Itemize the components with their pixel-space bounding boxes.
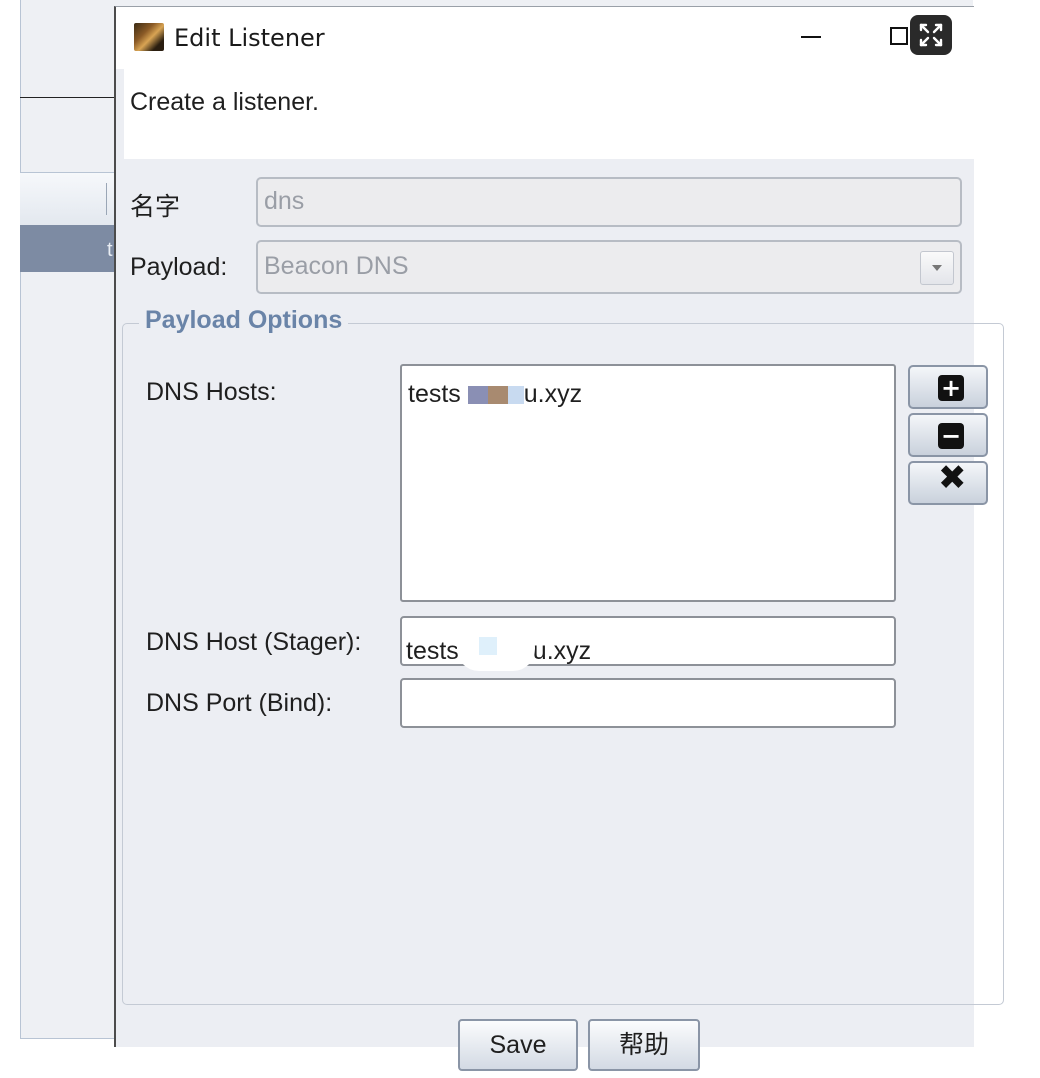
name-label: 名字 — [130, 193, 181, 221]
remove-host-button[interactable]: − — [908, 413, 988, 457]
payload-label: Payload: — [130, 253, 228, 281]
maximize-button[interactable] — [890, 27, 908, 45]
list-item-suffix: u.xyz — [523, 380, 583, 408]
dns-host-stager-label: DNS Host (Stager): — [146, 628, 362, 656]
list-item[interactable]: tests u.xyz — [408, 380, 582, 409]
edit-listener-dialog: Edit Listener Create a listener. 名字 dns … — [114, 6, 1004, 1071]
minimize-button[interactable] — [798, 19, 824, 53]
stager-prefix: tests — [406, 637, 459, 665]
app-icon — [134, 23, 164, 51]
window-title: Edit Listener — [174, 24, 325, 52]
list-item-prefix: tests — [408, 380, 461, 408]
clear-hosts-button[interactable]: ✖ — [908, 461, 988, 505]
minus-icon: − — [938, 423, 964, 449]
chevron-down-icon[interactable] — [920, 251, 954, 285]
background-column-separator — [106, 183, 107, 215]
redacted-block — [456, 625, 535, 671]
redacted-block — [487, 386, 508, 404]
dns-host-stager-input[interactable]: tests u.xyz — [400, 616, 896, 671]
dns-port-bind-label: DNS Port (Bind): — [146, 689, 333, 717]
description-panel: Create a listener. — [124, 69, 974, 159]
background-table-header — [20, 172, 116, 226]
payload-select-value: Beacon DNS — [264, 252, 409, 280]
expand-arrows-icon — [919, 23, 943, 47]
description-text: Create a listener. — [130, 88, 319, 116]
stager-suffix: u.xyz — [532, 637, 592, 665]
x-icon: ✖ — [938, 458, 967, 498]
dns-hosts-label: DNS Hosts: — [146, 378, 277, 406]
name-field-value: dns — [264, 187, 305, 215]
title-bar[interactable]: Edit Listener — [116, 7, 974, 69]
fullscreen-button[interactable] — [910, 15, 952, 55]
background-row-cell: t — [107, 239, 113, 261]
redacted-block — [467, 386, 488, 404]
help-button[interactable]: 帮助 — [588, 1019, 700, 1071]
dns-port-bind-input[interactable] — [400, 678, 896, 728]
plus-icon: + — [938, 375, 964, 401]
background-divider — [20, 97, 120, 98]
dns-hosts-list[interactable]: tests u.xyz — [400, 364, 896, 602]
add-host-button[interactable]: + — [908, 365, 988, 409]
background-table-row-selected[interactable]: t — [20, 225, 116, 272]
save-button[interactable]: Save — [458, 1019, 578, 1071]
redacted-block — [507, 386, 524, 404]
payload-options-legend: Payload Options — [139, 306, 349, 335]
payload-select[interactable]: Beacon DNS — [256, 240, 962, 294]
name-field[interactable]: dns — [256, 177, 962, 227]
